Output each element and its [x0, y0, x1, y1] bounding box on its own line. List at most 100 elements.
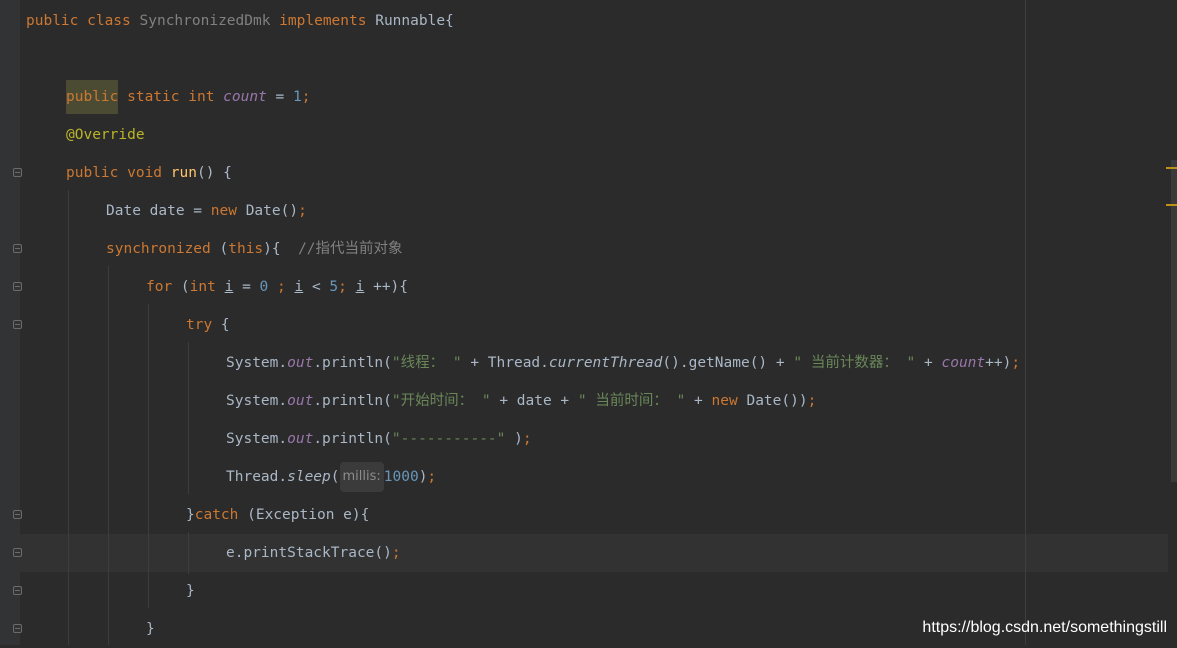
text: System. — [226, 431, 288, 447]
text — [216, 279, 225, 295]
number: 1 — [293, 89, 302, 105]
text: System. — [226, 355, 288, 371]
code-line[interactable]: } — [146, 610, 155, 648]
text: + — [915, 355, 942, 371]
text: () { — [196, 165, 232, 181]
text: Date()) — [737, 393, 808, 409]
text: } — [186, 583, 195, 599]
code-line[interactable]: @Override — [66, 116, 145, 154]
code-line[interactable]: synchronized (this){ //指代当前对象 — [106, 230, 403, 268]
code-line[interactable]: Date date = new Date(); — [106, 192, 307, 230]
string: " 当前时间： " — [577, 393, 686, 409]
interface-name: Runnable{ — [375, 13, 454, 29]
semicolon: ; — [807, 393, 817, 409]
static-method: sleep — [287, 469, 331, 485]
field: out — [287, 355, 314, 371]
semicolon: ; — [298, 203, 307, 219]
text: .println( — [313, 355, 392, 371]
keyword: public — [66, 80, 119, 114]
semicolon: ; — [301, 89, 311, 105]
code-line[interactable]: } — [186, 572, 195, 610]
field: out — [287, 431, 314, 447]
parameter-hint: millis: — [339, 462, 384, 492]
keyword: this — [228, 241, 264, 257]
code-line[interactable]: System.out.println("线程： " + Thread.curre… — [226, 344, 1020, 382]
vertical-scrollbar[interactable] — [1171, 160, 1177, 482]
fold-icon[interactable] — [13, 282, 22, 291]
text: ( — [330, 469, 340, 485]
code-line[interactable]: for (int i = 0 ; i < 5; i ++){ — [146, 268, 408, 306]
indent-guide — [108, 266, 109, 645]
keyword: implements — [270, 13, 376, 29]
text: } — [146, 621, 155, 637]
string: "-----------" — [391, 431, 506, 447]
code-line[interactable]: Thread.sleep(millis: 1000); — [226, 458, 436, 496]
number: 0 — [259, 279, 269, 295]
string: " 当前计数器： " — [793, 355, 916, 371]
number: 1000 — [383, 469, 419, 485]
semicolon: ; — [1011, 355, 1021, 371]
text: ) — [505, 431, 523, 447]
comment: //指代当前对象 — [298, 241, 403, 257]
method-name: run — [170, 165, 197, 181]
fold-icon[interactable] — [13, 244, 22, 253]
keyword: for — [146, 279, 173, 295]
indent-guide — [188, 342, 189, 494]
keyword: public void — [66, 165, 171, 181]
fold-icon[interactable] — [13, 320, 22, 329]
semicolon: ; — [522, 431, 532, 447]
fold-icon[interactable] — [13, 548, 22, 557]
text: < — [303, 279, 330, 295]
string: "线程： " — [391, 355, 462, 371]
text: ){ — [263, 241, 299, 257]
current-line-highlight — [20, 534, 1168, 572]
keyword: new — [210, 203, 237, 219]
field: count — [223, 89, 267, 105]
fold-icon[interactable] — [13, 168, 22, 177]
text: .println( — [313, 393, 392, 409]
fold-icon[interactable] — [13, 586, 22, 595]
code-line[interactable]: public class SynchronizedDmk implements … — [26, 2, 454, 40]
static-method: currentThread — [548, 355, 663, 371]
keyword: int — [189, 279, 216, 295]
semicolon: ; — [391, 545, 401, 561]
annotation: @Override — [66, 127, 145, 143]
semicolon: ; — [338, 279, 347, 295]
code-line[interactable]: }catch (Exception e){ — [186, 496, 369, 534]
text: ( — [172, 279, 190, 295]
error-stripe-mark[interactable] — [1166, 167, 1177, 169]
text: + date + — [490, 393, 578, 409]
text: ( — [210, 241, 229, 257]
indent-guide — [68, 190, 69, 645]
string: "开始时间： " — [391, 393, 491, 409]
keyword: try — [186, 317, 213, 333]
fold-icon[interactable] — [13, 624, 22, 633]
right-margin-guide — [1025, 0, 1026, 645]
text: Thread. — [226, 469, 288, 485]
field: out — [287, 393, 314, 409]
text: .println( — [313, 431, 392, 447]
field: count — [941, 355, 986, 371]
code-line[interactable]: e.printStackTrace(); — [226, 534, 401, 572]
indent-guide — [188, 532, 189, 574]
text: Date() — [236, 203, 299, 219]
indent-guide — [148, 304, 149, 608]
code-line[interactable]: try { — [186, 306, 230, 344]
semicolon: ; — [427, 469, 437, 485]
text: + Thread. — [461, 355, 549, 371]
code-line[interactable]: public void run() { — [66, 154, 232, 192]
text: { — [212, 317, 230, 333]
text: = — [266, 89, 294, 105]
keyword: static int — [118, 89, 224, 105]
semicolon: ; — [268, 279, 286, 295]
error-stripe-mark[interactable] — [1166, 204, 1177, 206]
variable: i — [294, 279, 304, 295]
keyword: catch — [194, 507, 239, 523]
fold-icon[interactable] — [13, 510, 22, 519]
text — [347, 279, 356, 295]
code-line[interactable]: System.out.println("-----------" ); — [226, 420, 532, 458]
number: 5 — [329, 279, 339, 295]
code-line[interactable]: public static int count = 1; — [66, 78, 310, 116]
code-line[interactable]: System.out.println("开始时间： " + date + " 当… — [226, 382, 816, 420]
text: ++) — [985, 355, 1012, 371]
